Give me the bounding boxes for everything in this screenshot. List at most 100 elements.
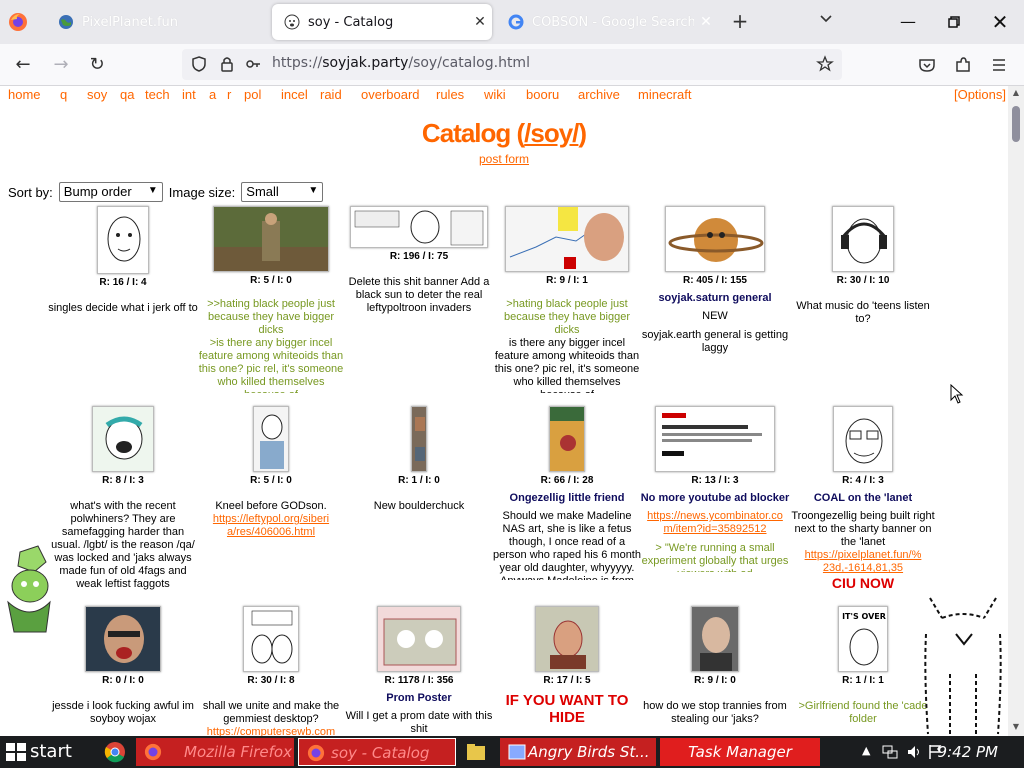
thread-thumbnail[interactable]	[665, 206, 765, 272]
close-window-icon[interactable]: ✕	[980, 8, 1020, 36]
catalog-thread[interactable]: R: 5 / I: 0 >>hating black people just b…	[196, 206, 346, 402]
thread-thumbnail[interactable]	[505, 206, 629, 272]
minimize-icon[interactable]: —	[888, 8, 928, 36]
url-text[interactable]: https://soyjak.party/soy/catalog.html	[272, 55, 530, 71]
reload-icon[interactable]: ↻	[84, 53, 110, 77]
thread-link[interactable]: https://computersewb.com	[196, 726, 346, 736]
taskbar-item-task-manager[interactable]: Task Manager	[660, 738, 820, 766]
show-hidden-icons-arrow-icon[interactable]: ▲	[862, 744, 870, 757]
board-link-archive[interactable]: archive	[578, 87, 620, 102]
thread-thumbnail[interactable]	[350, 206, 488, 248]
thread-thumbnail[interactable]: IT'S OVER	[838, 606, 888, 672]
catalog-thread[interactable]: R: 0 / I: 0 jessde i look fucking awful …	[48, 606, 198, 726]
board-link-a[interactable]: a	[209, 87, 216, 102]
catalog-thread[interactable]: R: 1 / I: 0 New boulderchuck	[344, 406, 494, 513]
network-icon[interactable]	[882, 744, 898, 760]
thread-thumbnail[interactable]	[535, 606, 599, 672]
thread-link[interactable]: https://pixelplanet.fun/%23d,-1614,81,35	[788, 549, 938, 575]
chrome-icon[interactable]	[104, 741, 126, 763]
thread-thumbnail[interactable]	[833, 406, 893, 472]
catalog-thread[interactable]: R: 1178 / I: 356 Prom Poster Will I get …	[344, 606, 494, 736]
thread-thumbnail[interactable]	[253, 406, 289, 472]
vertical-scrollbar[interactable]: ▲ ▼	[1008, 86, 1024, 736]
thread-thumbnail[interactable]	[549, 406, 585, 472]
catalog-thread[interactable]: R: 9 / I: 1 >hating black people just be…	[492, 206, 642, 402]
thread-thumbnail[interactable]	[832, 206, 894, 272]
shield-icon[interactable]	[190, 55, 208, 73]
tab-soy-catalog[interactable]: soy - Catalog ✕	[272, 4, 492, 40]
thread-thumbnail[interactable]	[655, 406, 775, 472]
taskbar-item-soy-catalog[interactable]: soy - Catalog	[298, 738, 456, 766]
catalog-thread[interactable]: R: 66 / I: 28 Ongezellig little friend S…	[492, 406, 642, 602]
board-link-minecraft[interactable]: minecraft	[638, 87, 691, 102]
options-link[interactable]: [Options]	[954, 87, 1006, 102]
catalog-thread[interactable]: R: 30 / I: 8 shall we unite and make the…	[196, 606, 346, 736]
board-link-home[interactable]: home	[8, 87, 41, 102]
catalog-thread[interactable]: R: 405 / I: 155 soyjak.saturn general NE…	[640, 206, 790, 355]
board-link-wiki[interactable]: wiki	[484, 87, 506, 102]
new-tab-plus-icon[interactable]: +	[728, 10, 752, 34]
board-title-link[interactable]: /soy/	[524, 118, 579, 148]
restore-icon[interactable]	[934, 8, 974, 36]
board-link-soy[interactable]: soy	[87, 87, 107, 102]
thread-link[interactable]: https://news.ycombinator.com/item?id=358…	[640, 510, 790, 536]
board-link-tech[interactable]: tech	[145, 87, 170, 102]
close-tab-icon[interactable]: ✕	[694, 14, 718, 30]
thread-thumbnail[interactable]	[243, 606, 299, 672]
board-link-incel[interactable]: incel	[281, 87, 308, 102]
thread-link[interactable]: https://leftypol.org/siberia/res/406006.…	[196, 513, 346, 539]
forward-arrow-icon[interactable]: →	[48, 53, 74, 77]
catalog-thread[interactable]: R: 9 / I: 0 how do we stop trannies from…	[640, 606, 790, 726]
hamburger-menu-icon[interactable]	[990, 56, 1008, 74]
folder-icon[interactable]	[466, 742, 486, 762]
catalog-thread[interactable]: R: 8 / I: 3 what's with the recent polwh…	[48, 406, 198, 602]
board-link-pol[interactable]: pol	[244, 87, 261, 102]
catalog-thread[interactable]: R: 13 / I: 3 No more youtube ad blocker …	[640, 406, 790, 602]
thread-thumbnail[interactable]	[691, 606, 739, 672]
start-button[interactable]: start	[0, 736, 92, 768]
thread-thumbnail[interactable]	[85, 606, 161, 672]
thread-thumbnail[interactable]	[411, 406, 427, 472]
board-link-rules[interactable]: rules	[436, 87, 464, 102]
tab-google-search[interactable]: COBSON - Google Search ✕	[496, 4, 718, 40]
catalog-thread[interactable]: R: 196 / I: 75 Delete this shit banner A…	[344, 206, 494, 315]
catalog-thread[interactable]: R: 5 / I: 0 Kneel before GODson. https:/…	[196, 406, 346, 539]
permissions-key-icon[interactable]	[244, 55, 262, 73]
catalog-thread[interactable]: R: 17 / I: 5 IF YOU WANT TO HIDE	[492, 606, 642, 726]
extensions-puzzle-icon[interactable]	[954, 56, 972, 74]
taskbar-item-angry-birds[interactable]: Angry Birds St...	[500, 738, 656, 766]
firefox-icon[interactable]	[8, 12, 28, 32]
thread-thumbnail[interactable]	[377, 606, 461, 672]
board-link-qa[interactable]: qa	[120, 87, 134, 102]
scroll-down-arrow-icon[interactable]: ▼	[1011, 722, 1021, 731]
catalog-thread[interactable]: R: 16 / I: 4 singles decide what i jerk …	[48, 206, 198, 315]
system-clock[interactable]: 9:42 PM	[938, 736, 998, 768]
board-link-overboard[interactable]: overboard	[361, 87, 420, 102]
board-link-int[interactable]: int	[182, 87, 196, 102]
catalog-thread[interactable]: R: 4 / I: 3 COAL on the 'lanet Troongeze…	[788, 406, 938, 606]
back-arrow-icon[interactable]: ←	[10, 53, 36, 77]
image-size-select[interactable]: Small ▼	[241, 182, 324, 202]
thread-thumbnail[interactable]	[92, 406, 154, 472]
volume-icon[interactable]	[906, 744, 922, 760]
board-link-q[interactable]: q	[60, 87, 67, 102]
tab-pixelplanet[interactable]: PixelPlanet.fun	[46, 4, 264, 40]
post-form-link[interactable]: post form	[0, 152, 1008, 166]
lock-icon[interactable]	[218, 55, 236, 73]
board-link-r[interactable]: r	[227, 87, 231, 102]
url-bar[interactable]: https://soyjak.party/soy/catalog.html	[182, 49, 842, 80]
taskbar-item-firefox[interactable]: Mozilla Firefox	[136, 738, 294, 766]
board-list: home q soy qa tech int a r pol incel rai…	[0, 86, 1008, 106]
thread-thumbnail[interactable]	[213, 206, 329, 272]
bookmark-star-icon[interactable]	[816, 55, 834, 73]
close-tab-icon[interactable]: ✕	[468, 14, 492, 30]
catalog-thread[interactable]: R: 30 / I: 10 What music do 'teens liste…	[788, 206, 938, 326]
sort-select[interactable]: Bump order ▼	[58, 182, 163, 202]
board-link-raid[interactable]: raid	[320, 87, 342, 102]
thread-thumbnail[interactable]	[97, 206, 149, 274]
board-link-booru[interactable]: booru	[526, 87, 559, 102]
scroll-thumb[interactable]	[1012, 106, 1020, 142]
scroll-up-arrow-icon[interactable]: ▲	[1011, 88, 1021, 97]
pocket-icon[interactable]	[918, 56, 936, 74]
chevron-down-icon[interactable]	[814, 10, 838, 34]
